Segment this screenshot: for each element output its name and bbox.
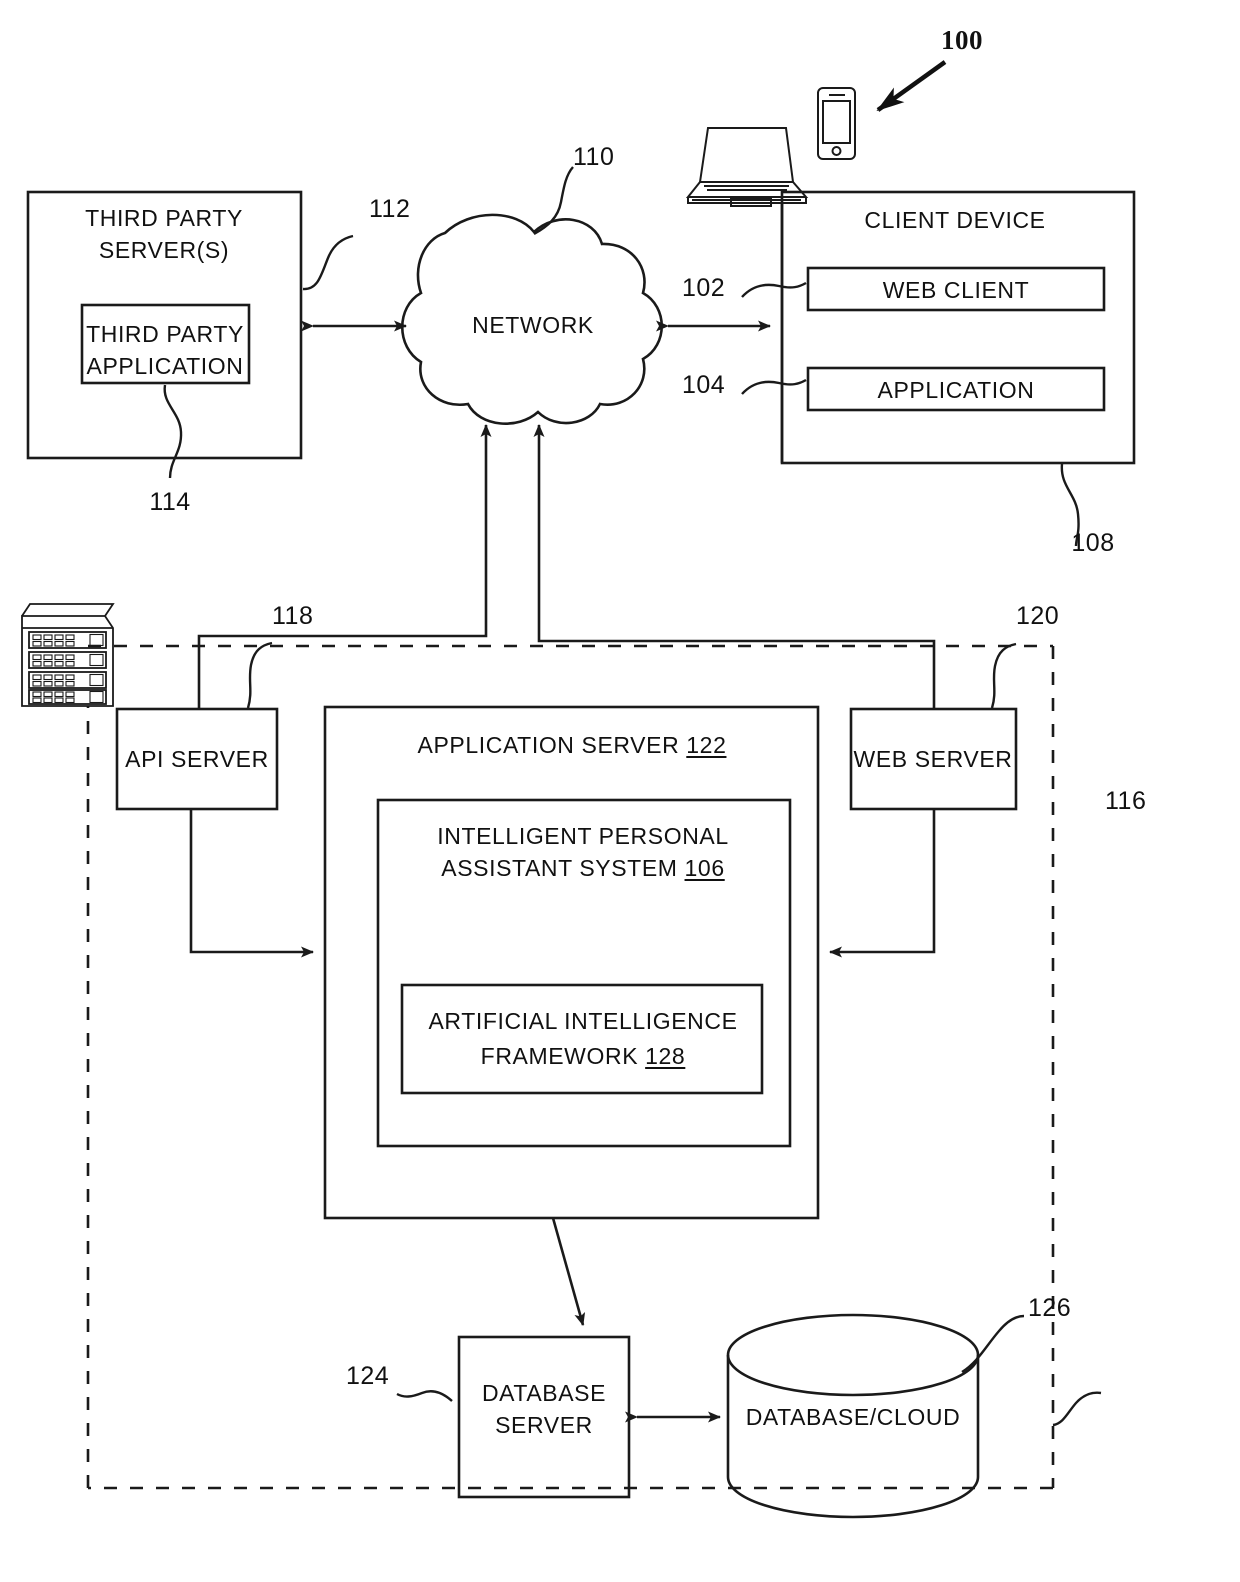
ai-framework-line2-text: FRAMEWORK — [480, 1043, 639, 1069]
application-label: APPLICATION — [877, 377, 1035, 403]
connector-web-network — [533, 424, 936, 709]
ai-framework-line1: ARTIFICIAL INTELLIGENCE — [428, 1008, 738, 1034]
leader-124 — [396, 1390, 453, 1402]
database-server-line1: DATABASE — [481, 1380, 607, 1406]
ai-framework-box — [400, 983, 764, 1095]
reference-label-116: 116 — [1105, 787, 1147, 815]
client-device-title: CLIENT DEVICE — [864, 207, 1046, 233]
reference-label-110: 110 — [573, 143, 615, 171]
leader-104 — [741, 378, 807, 395]
reference-label-118: 118 — [272, 602, 314, 630]
api-server-label: API SERVER — [125, 746, 269, 772]
web-client-label: WEB CLIENT — [882, 277, 1030, 303]
ipa-system-line2-text: ASSISTANT SYSTEM — [441, 855, 678, 881]
reference-label-106: 106 — [684, 855, 725, 881]
third-party-server-title-line1: THIRD PARTY — [85, 205, 243, 231]
network-label: NETWORK — [472, 312, 594, 338]
connector-api-appserver — [189, 809, 314, 958]
connector-web-appserver — [829, 809, 936, 958]
database-cloud-label: DATABASE/CLOUD — [745, 1404, 961, 1430]
reference-label-108: 108 — [1071, 529, 1115, 557]
leader-126 — [961, 1314, 1025, 1374]
third-party-application-line1: THIRD PARTY — [86, 321, 244, 347]
reference-label-122: 122 — [686, 732, 727, 758]
reference-label-120: 120 — [1016, 602, 1060, 630]
application-server-box — [323, 705, 820, 1220]
laptop-icon — [685, 127, 809, 207]
leader-118 — [246, 641, 273, 709]
leader-116 — [1052, 1391, 1102, 1427]
ipa-system-line2: ASSISTANT SYSTEM 106 — [441, 854, 724, 882]
reference-label-126: 126 — [1028, 1294, 1072, 1322]
third-party-application-line2: APPLICATION — [86, 353, 244, 379]
reference-label-128: 128 — [645, 1043, 686, 1069]
web-server-label: WEB SERVER — [853, 746, 1013, 772]
smartphone-icon — [817, 87, 856, 160]
connector-api-network — [197, 424, 492, 709]
leader-120 — [990, 642, 1017, 709]
leader-102 — [741, 281, 807, 298]
reference-label-114: 114 — [149, 488, 191, 516]
server-rack-icon — [21, 603, 115, 707]
third-party-server-title-line2: SERVER(S) — [98, 237, 230, 263]
application-server-title-text: APPLICATION SERVER — [417, 732, 680, 758]
reference-label-112: 112 — [369, 195, 411, 223]
ai-framework-line2: FRAMEWORK 128 — [481, 1042, 686, 1070]
reference-label-104: 104 — [682, 371, 726, 399]
reference-arrow-100 — [876, 60, 947, 112]
connector-appserver-dbserver — [551, 1217, 586, 1326]
reference-label-124: 124 — [346, 1362, 390, 1390]
ipa-system-line1: INTELLIGENT PERSONAL — [437, 823, 729, 849]
patent-figure: 100 THIRD PARTY SERVER(S) 112 THIRD PART… — [0, 0, 1240, 1582]
database-server-line2: SERVER — [495, 1412, 593, 1438]
leader-110 — [533, 166, 574, 236]
reference-label-100: 100 — [941, 25, 983, 55]
application-server-title: APPLICATION SERVER 122 — [418, 731, 727, 759]
leader-114 — [163, 384, 183, 479]
leader-112 — [302, 234, 354, 291]
reference-label-102: 102 — [682, 274, 726, 302]
